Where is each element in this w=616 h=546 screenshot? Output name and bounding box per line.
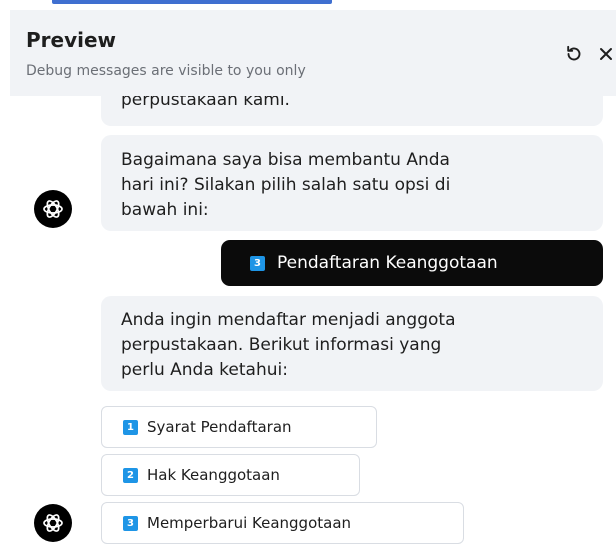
preview-header: Preview Debug messages are visible to yo… xyxy=(10,10,616,96)
user-message: 3 Pendaftaran Keanggotaan xyxy=(221,240,603,286)
bot-message-2-line-1: Bagaimana saya bisa membantu Anda xyxy=(121,150,450,170)
bot-avatar-2 xyxy=(34,504,72,542)
bot-message-2-line-2: hari ini? Silakan pilih salah satu opsi … xyxy=(121,175,451,195)
debug-notice: Debug messages are visible to you only xyxy=(26,63,306,79)
bot-message-3-line-3: perlu Anda ketahui: xyxy=(121,360,288,380)
bot-message-3: Anda ingin mendaftar menjadi anggota per… xyxy=(101,296,603,391)
option-1-label: Syarat Pendaftaran xyxy=(147,418,292,436)
user-message-number-badge: 3 xyxy=(250,255,265,271)
refresh-button[interactable] xyxy=(562,42,586,66)
page-title: Preview xyxy=(26,28,117,52)
close-button[interactable] xyxy=(598,42,616,66)
option-memperbarui-keanggotaan-button[interactable]: 3 Memperbarui Keanggotaan xyxy=(101,502,464,544)
option-2-number-badge: 2 xyxy=(123,467,138,483)
option-3-number-badge: 3 xyxy=(123,515,138,531)
bot-message-2: Bagaimana saya bisa membantu Anda hari i… xyxy=(101,135,603,231)
bot-message-2-line-3: bawah ini: xyxy=(121,200,209,220)
bot-avatar xyxy=(34,190,72,228)
bot-message-3-line-2: perpustakaan. Berikut informasi yang xyxy=(121,335,442,355)
openai-logo-icon xyxy=(43,514,63,532)
option-hak-keanggotaan-button[interactable]: 2 Hak Keanggotaan xyxy=(101,454,360,496)
option-1-number-badge: 1 xyxy=(123,419,138,435)
user-message-text: Pendaftaran Keanggotaan xyxy=(277,253,498,273)
bot-message-3-line-1: Anda ingin mendaftar menjadi anggota xyxy=(121,310,456,330)
refresh-icon xyxy=(567,45,581,61)
close-icon xyxy=(600,48,612,60)
option-2-label: Hak Keanggotaan xyxy=(147,466,280,484)
option-3-label: Memperbarui Keanggotaan xyxy=(147,514,352,532)
option-syarat-pendaftaran-button[interactable]: 1 Syarat Pendaftaran xyxy=(101,406,377,448)
chat-preview-panel: perpustakaan kami. Bagaimana saya bisa m… xyxy=(0,0,616,546)
openai-logo-icon xyxy=(43,200,63,218)
